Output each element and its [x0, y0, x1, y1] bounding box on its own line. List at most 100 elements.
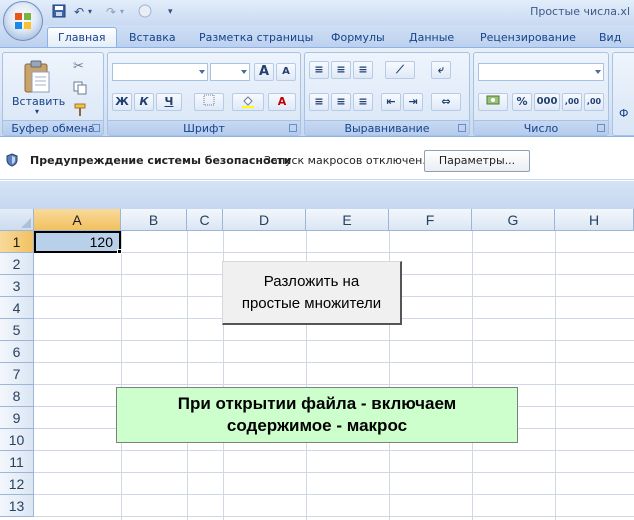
- tab-data[interactable]: Данные: [409, 28, 454, 47]
- security-options-button[interactable]: Параметры...: [424, 150, 530, 172]
- font-group: A A Ж К Ч A Шрифт: [107, 52, 301, 136]
- grow-font-button[interactable]: A: [254, 63, 274, 81]
- save-icon[interactable]: [52, 4, 66, 20]
- align-right-button[interactable]: ≡: [353, 93, 373, 111]
- copy-icon[interactable]: [73, 81, 87, 98]
- number-group-label: Число: [474, 120, 608, 135]
- tab-home[interactable]: Главная: [47, 27, 117, 48]
- shield-icon: [6, 153, 18, 167]
- styles-group-partial: Ф: [612, 52, 634, 136]
- row-header-5[interactable]: 5: [0, 319, 34, 341]
- undo-dropdown-icon[interactable]: ▾: [88, 4, 92, 20]
- cell-a1[interactable]: 120: [34, 231, 121, 253]
- shrink-font-button[interactable]: A: [276, 63, 296, 81]
- number-group: % 000 ,00 ,00 Число: [473, 52, 609, 136]
- office-button[interactable]: [3, 1, 43, 41]
- styles-partial-label: Ф: [619, 107, 629, 120]
- number-format-combo[interactable]: [478, 63, 604, 81]
- chevron-down-icon: [595, 70, 601, 74]
- bold-button[interactable]: Ж: [112, 93, 132, 111]
- row-header-11[interactable]: 11: [0, 451, 34, 473]
- wrap-text-button[interactable]: ⤶: [431, 61, 451, 79]
- alignment-launcher-icon[interactable]: [458, 124, 466, 132]
- row-header-3[interactable]: 3: [0, 275, 34, 297]
- tab-insert[interactable]: Вставка: [129, 28, 176, 47]
- font-group-label: Шрифт: [108, 120, 300, 135]
- paste-button[interactable]: Вставить ▾: [11, 57, 65, 117]
- align-middle-button[interactable]: ≡: [331, 61, 351, 79]
- cut-icon[interactable]: ✂: [73, 59, 84, 74]
- fill-color-icon: [242, 96, 254, 108]
- instruction-note: При открытии файла - включаем содержимое…: [116, 387, 518, 443]
- borders-button[interactable]: [194, 93, 224, 111]
- increase-indent-button[interactable]: ⇥: [403, 93, 423, 111]
- thousands-separator-button[interactable]: 000: [534, 93, 560, 111]
- fill-handle[interactable]: [117, 249, 122, 254]
- column-header-b[interactable]: B: [121, 209, 187, 231]
- security-warning-message: Запуск макросов отключен.: [264, 154, 426, 167]
- font-size-combo[interactable]: [210, 63, 250, 81]
- row-header-6[interactable]: 6: [0, 341, 34, 363]
- column-header-e[interactable]: E: [306, 209, 389, 231]
- security-warning-bar: Предупреждение системы безопасности Запу…: [0, 138, 634, 180]
- increase-decimal-button[interactable]: ,00: [562, 93, 582, 111]
- align-left-button[interactable]: ≡: [309, 93, 329, 111]
- font-name-combo[interactable]: [112, 63, 208, 81]
- merge-center-button[interactable]: ⇔: [431, 93, 461, 111]
- select-all-icon: [21, 218, 31, 228]
- currency-format-button[interactable]: [478, 93, 508, 111]
- number-launcher-icon[interactable]: [597, 124, 605, 132]
- customize-toolbar-icon[interactable]: ▾: [168, 4, 173, 20]
- quick-print-icon[interactable]: [138, 4, 152, 20]
- align-bottom-button[interactable]: ≡: [353, 61, 373, 79]
- row-header-1[interactable]: 1: [0, 231, 34, 253]
- tab-review[interactable]: Рецензирование: [480, 28, 576, 47]
- row-header-2[interactable]: 2: [0, 253, 34, 275]
- decrease-indent-button[interactable]: ⇤: [381, 93, 401, 111]
- column-header-f[interactable]: F: [389, 209, 472, 231]
- paste-icon: [24, 60, 50, 93]
- fill-color-button[interactable]: [232, 93, 264, 111]
- row-header-12[interactable]: 12: [0, 473, 34, 495]
- factorize-macro-button[interactable]: Разложить на простые множители: [222, 261, 402, 325]
- ribbon-tabs: Главная Вставка Разметка страницы Формул…: [0, 25, 634, 48]
- paste-dropdown-icon[interactable]: ▾: [12, 108, 62, 116]
- gridline: [34, 516, 634, 517]
- redo-dropdown-icon[interactable]: ▾: [120, 4, 124, 20]
- gridline: [34, 472, 634, 473]
- column-header-d[interactable]: D: [223, 209, 306, 231]
- row-header-9[interactable]: 9: [0, 407, 34, 429]
- tab-view[interactable]: Вид: [599, 28, 621, 47]
- row-header-7[interactable]: 7: [0, 363, 34, 385]
- window-title: Простые числа.xl: [530, 5, 630, 18]
- align-center-button[interactable]: ≡: [331, 93, 351, 111]
- percent-button[interactable]: %: [512, 93, 532, 111]
- align-top-button[interactable]: ≡: [309, 61, 329, 79]
- select-all-corner[interactable]: [0, 209, 34, 231]
- borders-icon: [203, 94, 215, 106]
- format-painter-icon[interactable]: [73, 103, 87, 120]
- orientation-button[interactable]: ⟋: [385, 61, 415, 79]
- redo-icon[interactable]: ↷: [106, 4, 116, 20]
- row-header-10[interactable]: 10: [0, 429, 34, 451]
- clipboard-group-label: Буфер обмена: [3, 120, 103, 135]
- font-color-button[interactable]: A: [268, 93, 296, 111]
- row-header-13[interactable]: 13: [0, 495, 34, 517]
- currency-icon: [486, 95, 500, 105]
- clipboard-launcher-icon[interactable]: [92, 124, 100, 132]
- column-header-a[interactable]: A: [34, 209, 121, 231]
- font-launcher-icon[interactable]: [289, 124, 297, 132]
- row-header-8[interactable]: 8: [0, 385, 34, 407]
- column-header-c[interactable]: C: [187, 209, 223, 231]
- column-header-h[interactable]: H: [555, 209, 634, 231]
- undo-icon[interactable]: ↶: [74, 4, 84, 20]
- column-header-g[interactable]: G: [472, 209, 555, 231]
- row-header-4[interactable]: 4: [0, 297, 34, 319]
- italic-button[interactable]: К: [134, 93, 154, 111]
- security-warning-title: Предупреждение системы безопасности: [30, 154, 292, 167]
- tab-page-layout[interactable]: Разметка страницы: [199, 28, 313, 47]
- tab-formulas[interactable]: Формулы: [331, 28, 385, 47]
- decrease-decimal-button[interactable]: ,00: [584, 93, 604, 111]
- gridline: [34, 384, 634, 385]
- underline-button[interactable]: Ч: [156, 93, 182, 111]
